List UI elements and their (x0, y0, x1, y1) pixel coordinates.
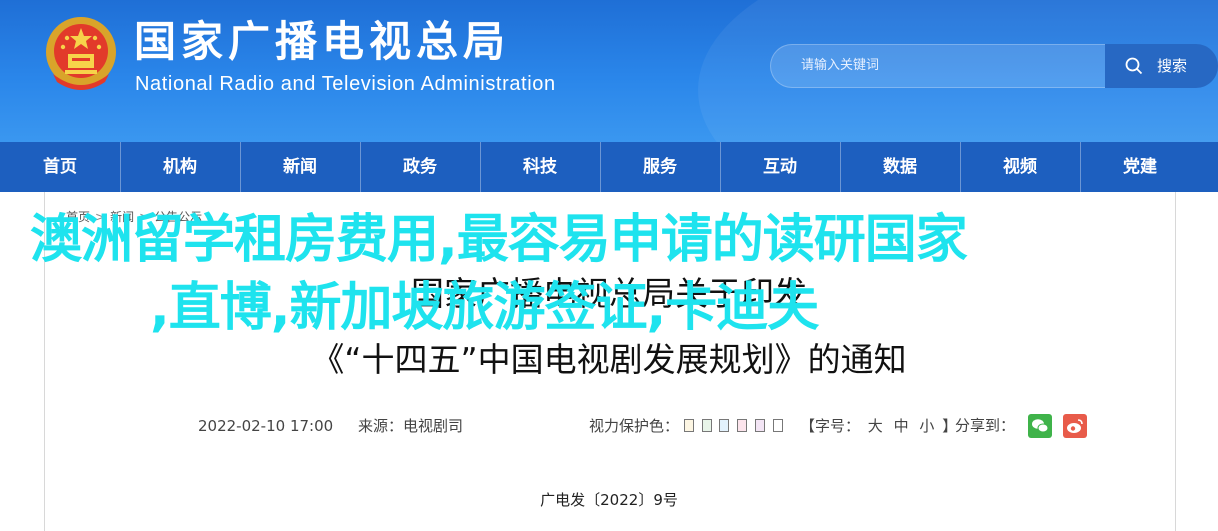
national-emblem-icon (46, 17, 116, 90)
search-input[interactable]: 请输入关键词 (770, 44, 1105, 88)
nav-item-government-affairs[interactable]: 政务 (360, 142, 480, 192)
nav-item-home[interactable]: 首页 (0, 142, 120, 192)
publish-date: 2022-02-10 17:00 (198, 417, 334, 435)
nav-item-technology[interactable]: 科技 (480, 142, 600, 192)
vision-color-swatch[interactable] (683, 419, 694, 432)
vision-color-swatch[interactable] (719, 419, 730, 432)
vision-color-swatch[interactable] (772, 419, 783, 432)
main-nav: 首页 机构 新闻 政务 科技 服务 互动 数据 视频 党建 (0, 142, 1218, 192)
site-header: 国家广播电视总局 National Radio and Television A… (0, 0, 1218, 142)
vision-protection-label: 视力保护色： (589, 417, 680, 435)
vision-color-swatch[interactable] (737, 419, 748, 432)
vision-color-swatch[interactable] (701, 419, 712, 432)
nav-item-interaction[interactable]: 互动 (720, 142, 840, 192)
spam-overlay-line2: ,直博,新加坡旅游签证,卡迪夫 (150, 278, 819, 338)
weibo-icon[interactable] (1062, 414, 1087, 438)
nav-item-news[interactable]: 新闻 (240, 142, 360, 192)
site-title: 国家广播电视总局 (134, 17, 511, 66)
site-subtitle: National Radio and Television Administra… (135, 73, 556, 95)
nav-item-data[interactable]: 数据 (840, 142, 960, 192)
font-size-small[interactable]: 小 (919, 417, 934, 435)
search-bar: 请输入关键词 搜索 (770, 44, 1218, 88)
spam-overlay-line1: 澳洲留学租房费用,最容易申请的读研国家 (30, 210, 968, 270)
font-size-label: 【字号： (800, 417, 861, 435)
wechat-icon[interactable] (1027, 414, 1052, 438)
font-size-medium[interactable]: 中 (894, 417, 909, 435)
article-source: 来源：电视剧司 (358, 417, 464, 435)
nav-item-video[interactable]: 视频 (960, 142, 1080, 192)
search-icon (1125, 57, 1143, 75)
font-size-control: 【字号： 大 中 小 】 (800, 416, 957, 436)
document-number: 广电发〔2022〕9号 (540, 491, 678, 509)
vision-color-swatch[interactable] (754, 419, 765, 432)
article-title-line2: 《“十四五”中国电视剧发展规划》的通知 (311, 340, 907, 379)
share-label: 分享到： (955, 416, 1016, 435)
nav-item-party-building[interactable]: 党建 (1080, 142, 1200, 192)
vision-protection: 视力保护色： (589, 416, 786, 436)
search-button[interactable]: 搜索 (1105, 44, 1218, 88)
share-bar: 分享到： (955, 414, 1087, 438)
search-button-label: 搜索 (1157, 57, 1188, 75)
nav-item-organization[interactable]: 机构 (120, 142, 240, 192)
font-size-large[interactable]: 大 (868, 417, 883, 435)
nav-item-services[interactable]: 服务 (600, 142, 720, 192)
